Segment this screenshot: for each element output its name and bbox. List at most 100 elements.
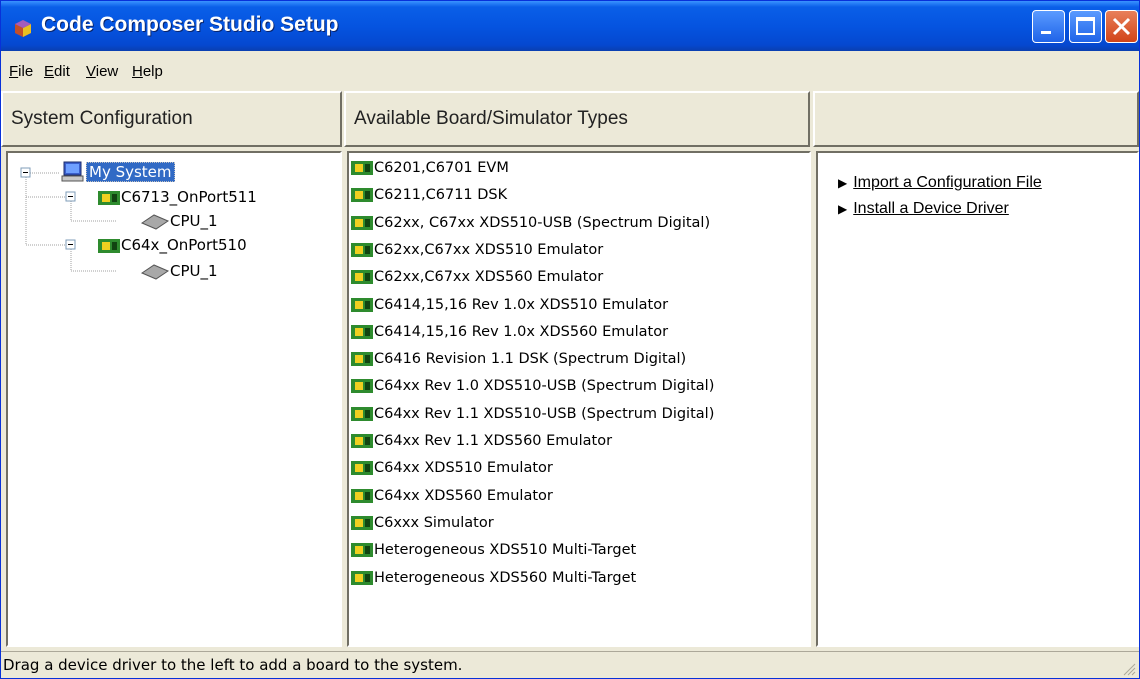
board-icon — [351, 461, 373, 476]
tree-board-c6713-label: C6713_OnPort511 — [121, 188, 257, 206]
cpu-icon — [140, 263, 170, 280]
menu-help-label: elp — [142, 63, 163, 80]
board-type-item[interactable]: Heterogeneous XDS560 Multi-Target — [351, 570, 636, 586]
window-title: Code Composer Studio Setup — [41, 13, 339, 36]
menu-view-mnemonic: V — [86, 63, 96, 80]
board-icon — [351, 434, 373, 448]
board-icon — [351, 352, 373, 367]
minimize-icon — [1041, 31, 1051, 34]
maximize-button[interactable] — [1069, 10, 1102, 43]
minimize-button[interactable] — [1032, 10, 1065, 43]
board-icon — [351, 379, 373, 394]
tree-board-c6713[interactable]: C6713_OnPort511 — [98, 188, 257, 206]
install-driver-label: Install a Device Driver — [853, 200, 1009, 217]
board-type-item[interactable]: C6201,C6701 EVM — [351, 160, 509, 176]
menu-edit[interactable]: Edit — [44, 63, 70, 80]
board-type-item[interactable]: C64xx Rev 1.1 XDS510-USB (Spectrum Digit… — [351, 406, 714, 422]
close-button[interactable] — [1105, 10, 1138, 43]
board-type-label: C64xx Rev 1.1 XDS510-USB (Spectrum Digit… — [374, 405, 715, 422]
board-type-label: Heterogeneous XDS510 Multi-Target — [374, 542, 637, 559]
tree-cpu-c6713-label: CPU_1 — [170, 212, 218, 230]
board-type-item[interactable]: C62xx, C67xx XDS510-USB (Spectrum Digita… — [351, 215, 710, 231]
board-type-item[interactable]: C64xx Rev 1.0 XDS510-USB (Spectrum Digit… — [351, 378, 714, 394]
board-type-label: C6414,15,16 Rev 1.0x XDS560 Emulator — [374, 323, 669, 340]
board-icon — [351, 297, 373, 312]
board-types-list[interactable]: C6201,C6701 EVM C6211,C6711 DSK C62xx, C67… — [347, 151, 811, 647]
resize-grip-icon[interactable] — [1122, 662, 1136, 676]
board-type-item[interactable]: C64xx XDS560 Emulator — [351, 488, 553, 504]
board-icon — [351, 324, 373, 339]
board-type-label: C64xx XDS560 Emulator — [374, 487, 553, 504]
board-type-label: C62xx, C67xx XDS510-USB (Spectrum Digita… — [374, 214, 711, 231]
board-icon — [351, 570, 373, 585]
tree-root-my-system[interactable]: My System — [60, 161, 175, 183]
board-type-label: C6xxx Simulator — [374, 514, 494, 531]
status-bar: Drag a device driver to the left to add … — [1, 651, 1139, 678]
menu-file-label: ile — [18, 63, 34, 80]
board-type-item[interactable]: C64xx XDS510 Emulator — [351, 460, 553, 476]
board-type-label: C62xx,C67xx XDS510 Emulator — [374, 241, 604, 258]
menu-help[interactable]: Help — [132, 63, 163, 80]
triangle-right-icon: ▶ — [838, 176, 848, 190]
collapse-box-board2 — [65, 239, 76, 250]
board-types-header: Available Board/Simulator Types — [344, 91, 810, 147]
system-config-title: System Configuration — [11, 108, 193, 129]
board-icon — [98, 238, 120, 253]
menu-view[interactable]: View — [86, 63, 118, 80]
title-bar[interactable]: Code Composer Studio Setup — [1, 1, 1139, 51]
actions-pane: ▶ Import a Configuration File ▶ Install a … — [816, 151, 1139, 647]
system-tree-pane[interactable]: My System C6713_OnPort511 CPU_1 C64x_OnP… — [6, 151, 342, 647]
import-config-label: Import a Configuration File — [853, 174, 1042, 191]
board-type-label: C64xx Rev 1.1 XDS560 Emulator — [374, 433, 613, 449]
cpu-icon — [140, 213, 170, 230]
board-type-item[interactable]: Heterogeneous XDS510 Multi-Target — [351, 542, 636, 558]
menu-edit-label: dit — [54, 63, 70, 80]
board-type-label: C6201,C6701 EVM — [374, 160, 509, 176]
board-type-item[interactable]: C62xx,C67xx XDS560 Emulator — [351, 269, 603, 285]
board-type-item[interactable]: C6416 Revision 1.1 DSK (Spectrum Digital… — [351, 351, 686, 367]
tree-cpu-c6713[interactable]: CPU_1 — [140, 212, 218, 231]
status-text: Drag a device driver to the left to add … — [3, 656, 463, 674]
close-icon — [1112, 17, 1131, 36]
board-type-label: Heterogeneous XDS560 Multi-Target — [374, 569, 637, 586]
board-type-label: C64xx Rev 1.0 XDS510-USB (Spectrum Digit… — [374, 378, 715, 395]
computer-icon — [61, 161, 84, 182]
board-types-title: Available Board/Simulator Types — [354, 108, 628, 129]
install-driver-link[interactable]: ▶ Install a Device Driver — [838, 200, 1009, 218]
board-icon — [351, 488, 373, 503]
import-config-link[interactable]: ▶ Import a Configuration File — [838, 174, 1042, 192]
board-type-label: C64xx XDS510 Emulator — [374, 460, 553, 477]
tree-cpu-c64x[interactable]: CPU_1 — [140, 262, 218, 281]
board-type-label: C6416 Revision 1.1 DSK (Spectrum Digital… — [374, 351, 687, 368]
menu-view-label: iew — [95, 63, 119, 80]
tree-root-label: My System — [86, 161, 175, 182]
actions-header — [813, 91, 1139, 147]
board-icon — [351, 188, 373, 203]
board-icon — [98, 190, 120, 205]
tree-board-c64x[interactable]: C64x_OnPort510 — [98, 236, 247, 254]
board-type-item[interactable]: C6414,15,16 Rev 1.0x XDS510 Emulator — [351, 297, 668, 313]
triangle-right-icon: ▶ — [838, 202, 848, 216]
board-type-item[interactable]: C6211,C6711 DSK — [351, 187, 507, 203]
board-icon — [351, 215, 373, 230]
board-type-item[interactable]: C6414,15,16 Rev 1.0x XDS560 Emulator — [351, 324, 668, 340]
board-type-item[interactable]: C6xxx Simulator — [351, 515, 494, 531]
board-type-label: C62xx,C67xx XDS560 Emulator — [374, 269, 604, 286]
board-type-item[interactable]: C64xx Rev 1.1 XDS560 Emulator — [351, 433, 612, 449]
board-type-label: C6211,C6711 DSK — [374, 187, 508, 204]
board-icon — [351, 406, 373, 421]
board-type-item[interactable]: C62xx,C67xx XDS510 Emulator — [351, 242, 603, 258]
app-icon — [15, 20, 31, 37]
collapse-box-root — [20, 167, 31, 178]
menu-help-mnemonic: H — [132, 63, 143, 80]
menu-edit-mnemonic: E — [44, 63, 55, 80]
maximize-icon — [1076, 17, 1095, 35]
menu-file[interactable]: File — [9, 63, 33, 80]
system-config-header: System Configuration — [1, 91, 342, 147]
board-type-label: C6414,15,16 Rev 1.0x XDS510 Emulator — [374, 296, 669, 313]
tree-board-c64x-label: C64x_OnPort510 — [121, 236, 247, 254]
setup-window: Code Composer Studio Setup File Edit Vie… — [0, 0, 1140, 679]
menu-file-mnemonic: F — [9, 63, 19, 80]
board-icon — [351, 270, 373, 285]
tree-cpu-c64x-label: CPU_1 — [170, 262, 218, 280]
